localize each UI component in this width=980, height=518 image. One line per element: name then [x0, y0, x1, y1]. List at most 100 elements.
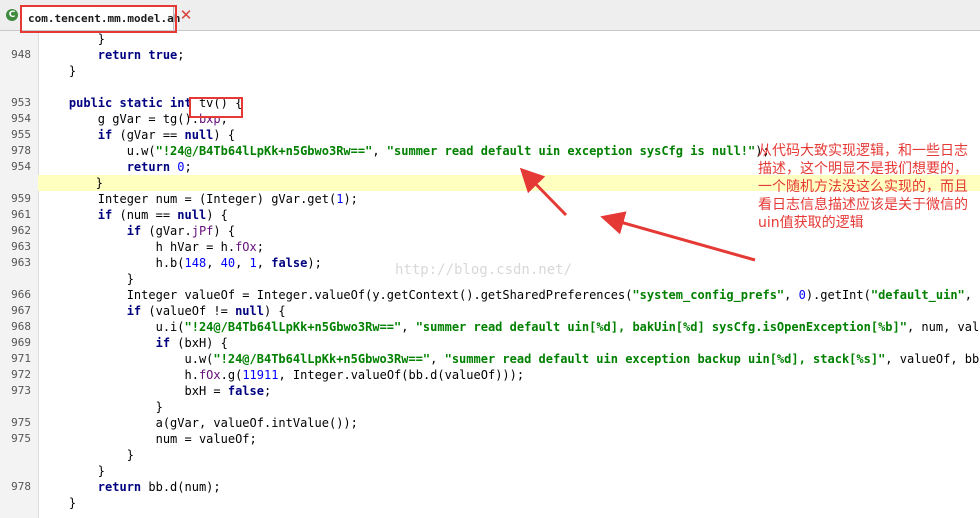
class-icon: C	[6, 9, 18, 21]
code-token: }	[40, 400, 163, 414]
line-number: 971	[11, 352, 31, 365]
code-token: (valueOf !=	[141, 304, 236, 318]
code-text: if (gVar.jPf) {	[40, 223, 235, 239]
code-line: 972 h.fOx.g(11911, Integer.valueOf(bb.d(…	[0, 367, 980, 383]
code-token: ) {	[206, 208, 228, 222]
close-icon[interactable]: ✕	[178, 7, 194, 23]
code-text: u.w("!24@/B4Tb64lLpKk+n5Gbwo3Rw==", "sum…	[40, 143, 770, 159]
line-number: 973	[11, 384, 31, 397]
code-token: );	[307, 256, 322, 270]
code-token: if	[126, 224, 142, 238]
line-number: 963	[11, 256, 31, 269]
code-token: }	[40, 448, 134, 462]
code-token: null	[177, 208, 207, 222]
code-token: 148	[184, 256, 207, 270]
code-token: }	[40, 496, 77, 510]
code-token: 11911	[242, 368, 279, 382]
code-token: "summer read default uin[%d], bakUin[%d]…	[415, 320, 907, 334]
line-number: 978	[11, 480, 31, 493]
line-number: 969	[11, 336, 31, 349]
line-number: 967	[11, 304, 31, 317]
code-text: a(gVar, valueOf.intValue());	[40, 415, 358, 431]
code-line: 967 if (valueOf != null) {	[0, 303, 980, 319]
code-line: 968 u.i("!24@/B4Tb64lLpKk+n5Gbwo3Rw==", …	[0, 319, 980, 335]
code-text: if (gVar == null) {	[40, 127, 235, 143]
code-token: return true	[97, 48, 178, 62]
code-token: if	[155, 336, 171, 350]
code-token: 1	[249, 256, 257, 270]
line-number: 968	[11, 320, 31, 333]
tab-highlight-box	[20, 5, 177, 33]
code-token: "summer read default uin exception backu…	[444, 352, 886, 366]
code-line: }	[0, 31, 980, 47]
code-text: if (valueOf != null) {	[40, 303, 286, 319]
code-line: 978 return bb.d(num);	[0, 479, 980, 495]
code-token: "!24@/B4Tb64lLpKk+n5Gbwo3Rw=="	[155, 144, 373, 158]
code-token: .g(	[220, 368, 243, 382]
code-token: a(gVar, valueOf.intValue());	[40, 416, 358, 430]
line-number: 978	[11, 144, 31, 157]
code-token: }	[40, 64, 77, 78]
code-line: }	[0, 63, 980, 79]
method-name-highlight-box	[189, 97, 243, 118]
code-token: ,	[964, 288, 980, 302]
code-text: return true;	[40, 47, 185, 63]
code-line: 953 public static int tv() {	[0, 95, 980, 111]
line-number: 961	[11, 208, 31, 221]
code-token: 0	[798, 288, 806, 302]
code-text: }	[40, 447, 134, 463]
code-token: u.w(	[40, 144, 156, 158]
code-token: fOx	[198, 368, 221, 382]
code-token: "system_config_prefs"	[632, 288, 785, 302]
line-number: 975	[11, 432, 31, 445]
code-text: u.w("!24@/B4Tb64lLpKk+n5Gbwo3Rw==", "sum…	[40, 351, 980, 367]
code-token: return	[126, 160, 171, 174]
code-text: return bb.d(num);	[40, 479, 221, 495]
code-token: jPf	[191, 224, 214, 238]
code-token: ) {	[213, 128, 236, 142]
code-token: h hVar = h.	[40, 240, 236, 254]
code-token: (bxH) {	[170, 336, 228, 350]
code-token: ;	[256, 240, 264, 254]
code-token: g gVar = tg().	[40, 112, 199, 126]
line-number: 962	[11, 224, 31, 237]
code-text: Integer valueOf = Integer.valueOf(y.getC…	[40, 287, 980, 303]
code-text: h hVar = h.fOx;	[40, 239, 264, 255]
code-line: 975 num = valueOf;	[0, 431, 980, 447]
code-token: 40	[220, 256, 236, 270]
code-token: ,	[430, 352, 445, 366]
code-token: ,	[256, 256, 272, 270]
code-line: 973 bxH = false;	[0, 383, 980, 399]
code-line: }	[0, 463, 980, 479]
code-token: ) {	[263, 304, 286, 318]
code-token: "!24@/B4Tb64lLpKk+n5Gbwo3Rw=="	[184, 320, 402, 334]
line-number: 948	[11, 48, 31, 61]
code-token: 0	[177, 160, 185, 174]
code-token: if	[97, 128, 113, 142]
code-text: num = valueOf;	[40, 431, 257, 447]
line-number: 975	[11, 416, 31, 429]
code-line: 969 if (bxH) {	[0, 335, 980, 351]
code-token: , num, valueOf	[906, 320, 980, 334]
code-line: 954 g gVar = tg().bxp;	[0, 111, 980, 127]
code-token: }	[38, 176, 104, 190]
code-token: num = valueOf;	[40, 432, 257, 446]
code-text: }	[38, 175, 103, 191]
code-text: h.b(148, 40, 1, false);	[40, 255, 322, 271]
code-token: ,	[206, 256, 221, 270]
line-number: 954	[11, 160, 31, 173]
code-token: h.b(	[40, 256, 185, 270]
code-token: ,	[401, 320, 416, 334]
code-token: Integer num = (Integer) gVar.get(	[40, 192, 337, 206]
code-text: }	[40, 271, 134, 287]
line-number: 954	[11, 112, 31, 125]
code-token: ,	[235, 256, 250, 270]
code-token: if	[97, 208, 113, 222]
code-token: }	[40, 464, 106, 478]
